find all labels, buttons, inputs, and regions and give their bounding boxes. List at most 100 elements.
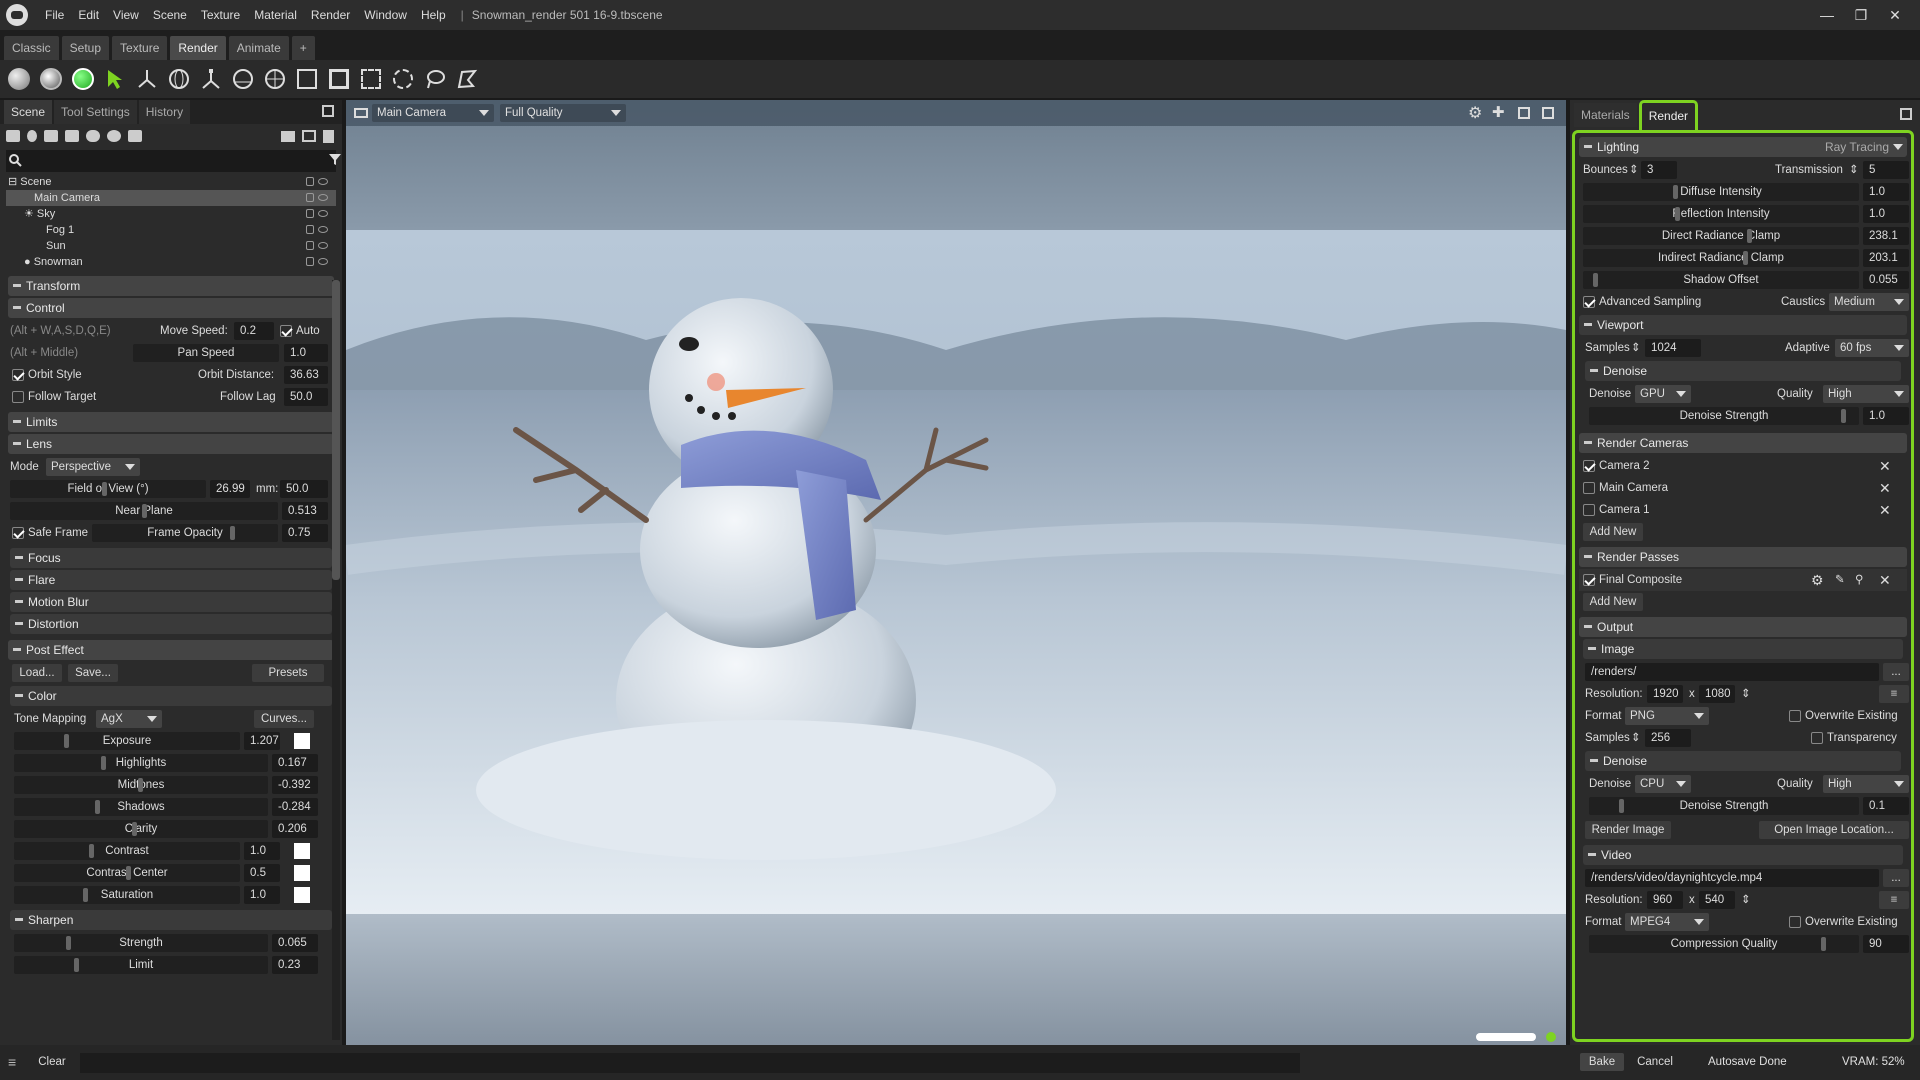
color-swatch[interactable] <box>294 865 310 881</box>
scene-search-input[interactable] <box>6 150 341 172</box>
cancel-button[interactable]: Cancel <box>1630 1053 1680 1071</box>
add-light-icon[interactable] <box>27 130 37 142</box>
video-overwrite-checkbox[interactable] <box>1789 916 1801 928</box>
res-stepper-icon[interactable]: ⇕ <box>1741 683 1751 705</box>
globe-tool-icon[interactable] <box>230 66 256 92</box>
save-button[interactable]: Save... <box>68 664 118 682</box>
tree-item-snowman[interactable]: ● Snowman <box>6 254 336 270</box>
edit-icon[interactable]: ✎ <box>1835 569 1845 591</box>
tab-render-settings[interactable]: Render <box>1638 100 1699 130</box>
image-width-field[interactable]: 1920 <box>1647 685 1683 703</box>
render-image-button[interactable]: Render Image <box>1585 821 1671 839</box>
color-adjust-slider[interactable]: Clarity <box>14 820 268 838</box>
lighting-value-field[interactable]: 238.1 <box>1863 227 1909 245</box>
image-format-dropdown[interactable]: PNG <box>1625 707 1709 725</box>
remove-camera-icon[interactable]: ✕ <box>1879 455 1891 477</box>
color-adjust-field[interactable]: 0.167 <box>272 754 318 772</box>
lighting-value-field[interactable]: 203.1 <box>1863 249 1909 267</box>
add-camera-button[interactable]: Add New <box>1583 523 1643 541</box>
shading-solid-button[interactable] <box>6 66 32 92</box>
limit-field[interactable]: 0.23 <box>272 956 318 974</box>
color-adjust-slider[interactable]: Contrast Center <box>14 864 240 882</box>
remove-icon[interactable]: ✕ <box>1879 569 1891 591</box>
tab-classic[interactable]: Classic <box>4 36 59 60</box>
close-icon[interactable]: ✕ <box>1878 7 1912 24</box>
tab-texture[interactable]: Texture <box>112 36 168 60</box>
load-button[interactable]: Load... <box>12 664 62 682</box>
frame-select-icon[interactable] <box>294 66 320 92</box>
visibility-icon[interactable] <box>318 178 328 185</box>
sphere-tool-icon[interactable] <box>262 66 288 92</box>
color-adjust-field[interactable]: 0.206 <box>272 820 318 838</box>
move-speed-field[interactable]: 0.2 <box>234 322 274 340</box>
lighting-slider[interactable]: Indirect Radiance Clamp <box>1583 249 1859 267</box>
browse-image-button[interactable]: ... <box>1883 663 1909 681</box>
rotate-tool-icon[interactable] <box>166 66 192 92</box>
lighting-slider[interactable]: Diffuse Intensity <box>1583 183 1859 201</box>
section-output[interactable]: Output <box>1579 617 1907 637</box>
menu-scene[interactable]: Scene <box>146 8 194 22</box>
safe-frame-checkbox[interactable] <box>12 527 24 539</box>
image-height-field[interactable]: 1080 <box>1699 685 1735 703</box>
res-presets-button[interactable]: ≡ <box>1879 685 1909 703</box>
tree-item-sky[interactable]: ☀ Sky <box>6 206 336 222</box>
strength-field[interactable]: 0.065 <box>272 934 318 952</box>
lasso-select-icon[interactable] <box>422 66 448 92</box>
transmission-stepper-icon[interactable]: ⇕ <box>1849 159 1859 181</box>
menu-file[interactable]: File <box>38 8 71 22</box>
video-path-field[interactable]: /renders/video/daynightcycle.mp4 <box>1585 869 1879 887</box>
browse-video-button[interactable]: ... <box>1883 869 1909 887</box>
frame-view-icon[interactable] <box>1518 107 1530 119</box>
bounces-field[interactable]: 3 <box>1641 161 1677 179</box>
presets-button[interactable]: Presets <box>252 664 324 682</box>
visibility-icon[interactable] <box>318 194 328 201</box>
visibility-icon[interactable] <box>318 242 328 249</box>
color-adjust-field[interactable]: -0.392 <box>272 776 318 794</box>
color-adjust-field[interactable]: 1.207 <box>244 732 280 750</box>
bounces-stepper-icon[interactable]: ⇕ <box>1629 159 1639 181</box>
pass-row[interactable]: Final Composite ⚙ ✎ ⚲ ✕ <box>1579 569 1907 591</box>
select-tool-icon[interactable] <box>102 66 128 92</box>
mm-field[interactable]: 50.0 <box>280 480 328 498</box>
tree-item-sun[interactable]: Sun <box>6 238 336 254</box>
camera-list-item[interactable]: Camera 2 ✕ <box>1579 455 1907 477</box>
lighting-value-field[interactable]: 0.055 <box>1863 271 1909 289</box>
camera-checkbox[interactable] <box>1583 460 1595 472</box>
polygon-select-icon[interactable] <box>454 66 480 92</box>
color-adjust-field[interactable]: 1.0 <box>244 886 280 904</box>
camera-dropdown[interactable]: Main Camera <box>372 104 494 122</box>
quality-dropdown[interactable]: Full Quality <box>500 104 626 122</box>
remove-camera-icon[interactable]: ✕ <box>1879 477 1891 499</box>
delete-icon[interactable] <box>323 129 334 143</box>
add-pass-button[interactable]: Add New <box>1583 593 1643 611</box>
open-image-location-button[interactable]: Open Image Location... <box>1759 821 1909 839</box>
section-post-effect[interactable]: Post Effect <box>8 640 334 660</box>
left-scrollbar[interactable] <box>332 280 340 1040</box>
vp-denoise-strength-field[interactable]: 1.0 <box>1863 407 1909 425</box>
lock-icon[interactable] <box>306 209 314 218</box>
color-adjust-slider[interactable]: Midtones <box>14 776 268 794</box>
scale-tool-icon[interactable] <box>198 66 224 92</box>
menu-window[interactable]: Window <box>357 8 414 22</box>
samples-stepper-icon[interactable]: ⇕ <box>1631 337 1641 359</box>
visibility-icon[interactable] <box>318 258 328 265</box>
transmission-field[interactable]: 5 <box>1863 161 1909 179</box>
remove-camera-icon[interactable]: ✕ <box>1879 499 1891 521</box>
color-adjust-field[interactable]: 0.5 <box>244 864 280 882</box>
popout-icon[interactable] <box>1542 107 1554 119</box>
limit-slider[interactable]: Limit <box>14 956 268 974</box>
section-focus[interactable]: Focus <box>10 548 332 568</box>
section-limits[interactable]: Limits <box>8 412 334 432</box>
rect-select-icon[interactable] <box>358 66 384 92</box>
follow-target-checkbox[interactable] <box>12 391 24 403</box>
color-adjust-field[interactable]: -0.284 <box>272 798 318 816</box>
tab-tool-settings[interactable]: Tool Settings <box>54 100 137 124</box>
caustics-dropdown[interactable]: Medium <box>1829 293 1909 311</box>
curves-button[interactable]: Curves... <box>254 710 314 728</box>
samples-stepper-icon[interactable]: ⇕ <box>1631 727 1641 749</box>
section-viewport[interactable]: Viewport <box>1579 315 1907 335</box>
image-denoise-strength-field[interactable]: 0.1 <box>1863 797 1909 815</box>
video-res-presets-button[interactable]: ≡ <box>1879 891 1909 909</box>
lighting-slider[interactable]: Direct Radiance Clamp <box>1583 227 1859 245</box>
lock-icon[interactable] <box>306 241 314 250</box>
